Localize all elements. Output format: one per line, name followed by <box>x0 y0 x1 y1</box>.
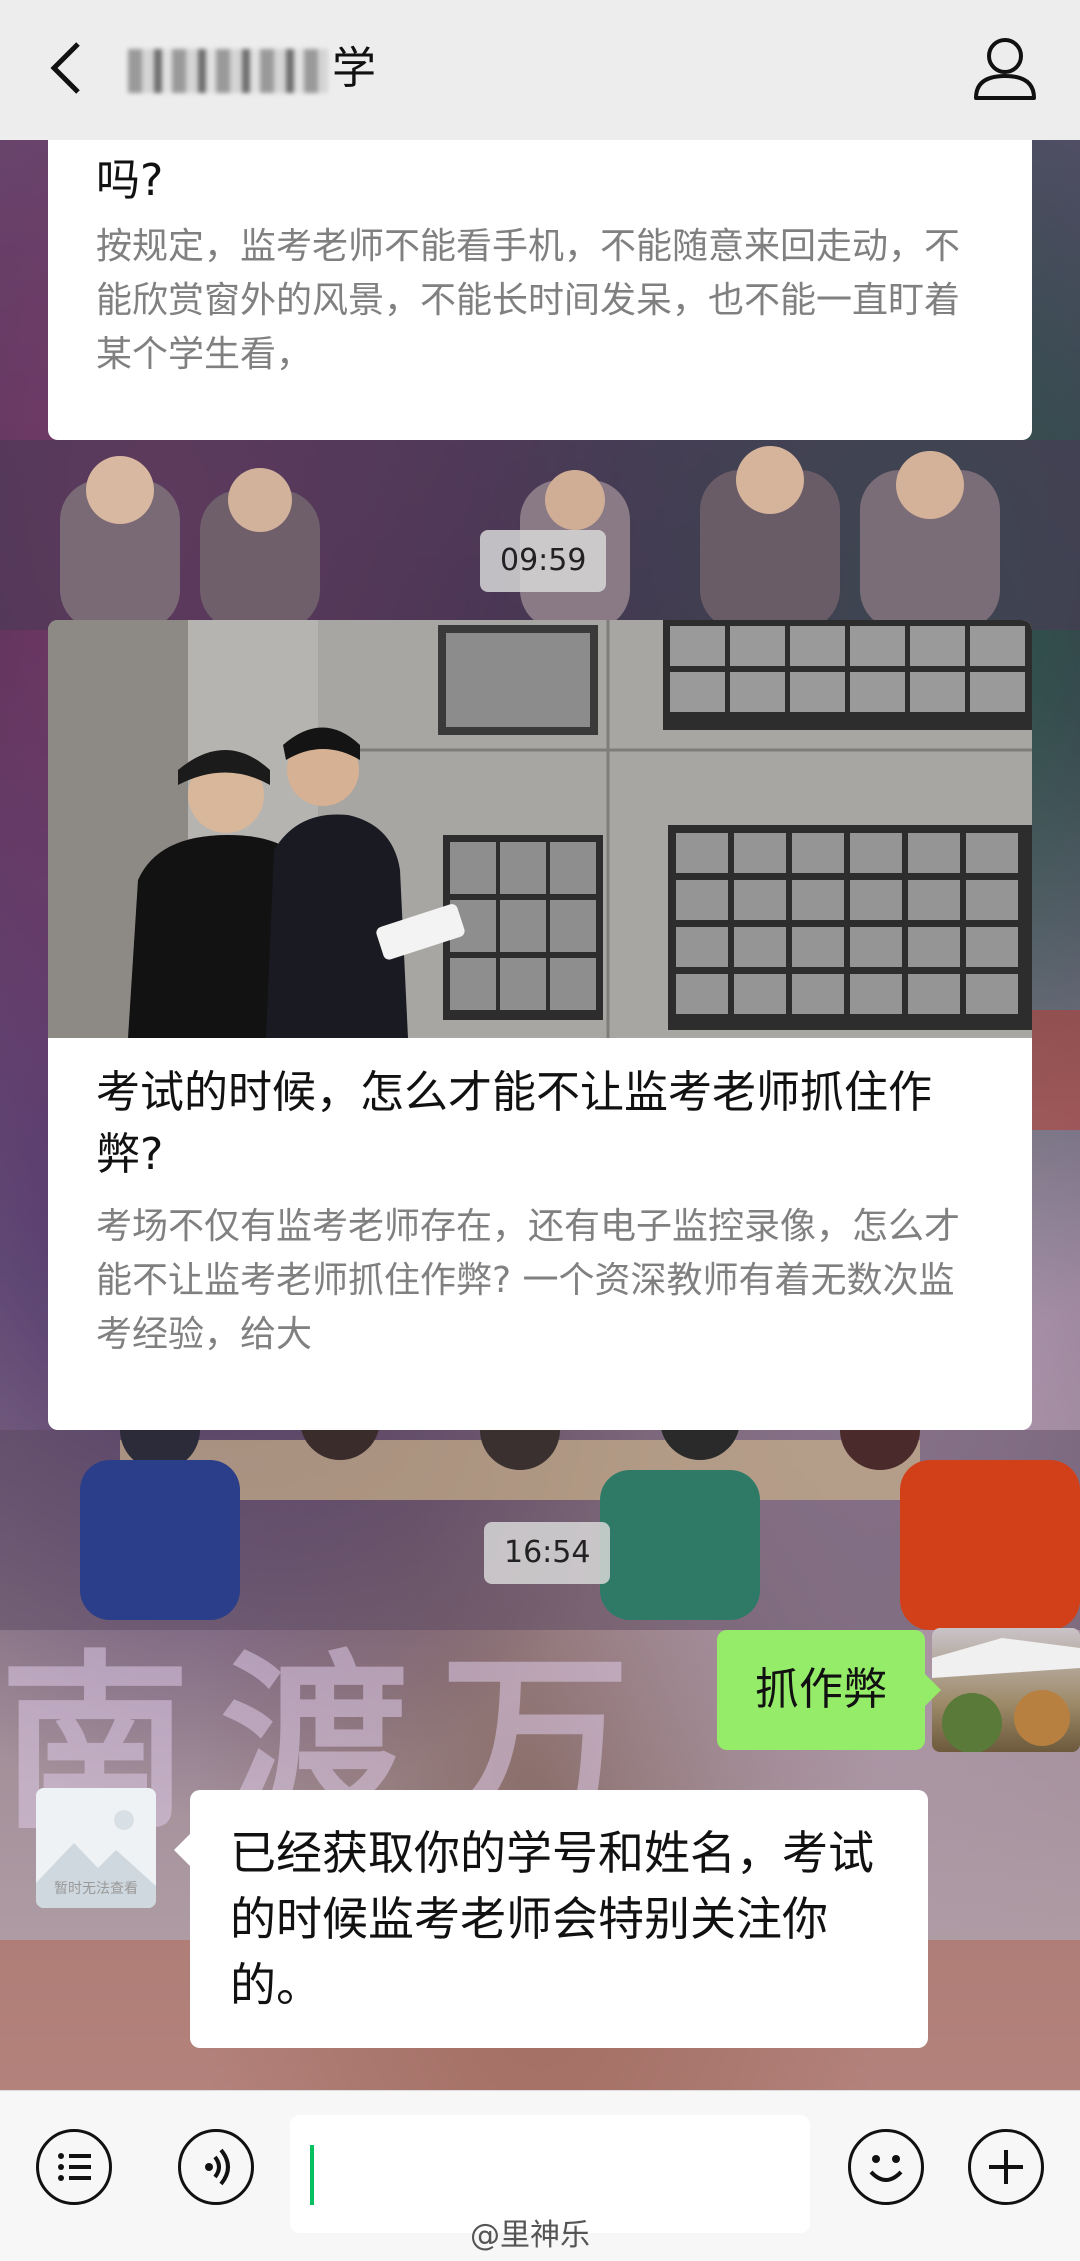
back-button[interactable] <box>38 30 108 106</box>
chat-header: 学 <box>0 0 1080 140</box>
outgoing-message-bubble[interactable]: 抓作弊 <box>717 1630 941 1750</box>
article-summary: 考场不仅有监考老师存在，还有电子监控录像，怎么才能不让监考老师抓住作弊? 一个资… <box>96 1206 961 1355</box>
message-timestamp: 09:59 <box>480 530 607 592</box>
list-menu-icon <box>58 2153 91 2181</box>
incoming-message-bubble[interactable]: 已经获取你的学号和姓名，考试的时候监考老师会特别关注你的。 <box>174 1790 928 2048</box>
chat-area[interactable]: 南渡万 吗? 按规定，监考老师不能看手机，不能随意来回走动，不能欣赏窗外的风景，… <box>0 140 1080 2090</box>
article-title: 考试的时候，怎么才能不让监考老师抓住作弊? <box>96 1067 932 1180</box>
smiley-icon <box>869 2155 903 2182</box>
article-summary: 按规定，监考老师不能看手机，不能随意来回走动，不能欣赏窗外的风景，不能长时间发呆… <box>96 226 961 375</box>
article-title: 吗? <box>96 155 164 206</box>
voice-icon <box>205 2148 230 2186</box>
voice-button[interactable] <box>178 2129 254 2205</box>
chat-title: 学 <box>128 32 377 96</box>
text-cursor <box>310 2145 314 2205</box>
plus-icon <box>989 2150 1023 2184</box>
article-card[interactable]: 考试的时候，怎么才能不让监考老师抓住作弊? 考场不仅有监考老师存在，还有电子监控… <box>48 620 1032 1430</box>
article-cover-image <box>48 620 1032 1038</box>
person-icon <box>974 38 1036 100</box>
redacted-name <box>128 49 328 93</box>
chevron-left-icon <box>50 42 80 94</box>
avatar-caption: 暂时无法查看 <box>54 1881 138 1897</box>
emoji-button[interactable] <box>848 2129 924 2205</box>
more-button[interactable] <box>968 2129 1044 2205</box>
menu-button[interactable] <box>36 2129 112 2205</box>
message-timestamp: 16:54 <box>484 1522 611 1584</box>
avatar[interactable]: 暂时无法查看 <box>36 1788 156 1908</box>
article-card[interactable]: 吗? 按规定，监考老师不能看手机，不能随意来回走动，不能欣赏窗外的风景，不能长时… <box>48 140 1032 440</box>
profile-button[interactable] <box>970 32 1040 106</box>
partial-avatar[interactable] <box>932 1628 1080 1752</box>
watermark: @里神乐 <box>470 2218 590 2253</box>
